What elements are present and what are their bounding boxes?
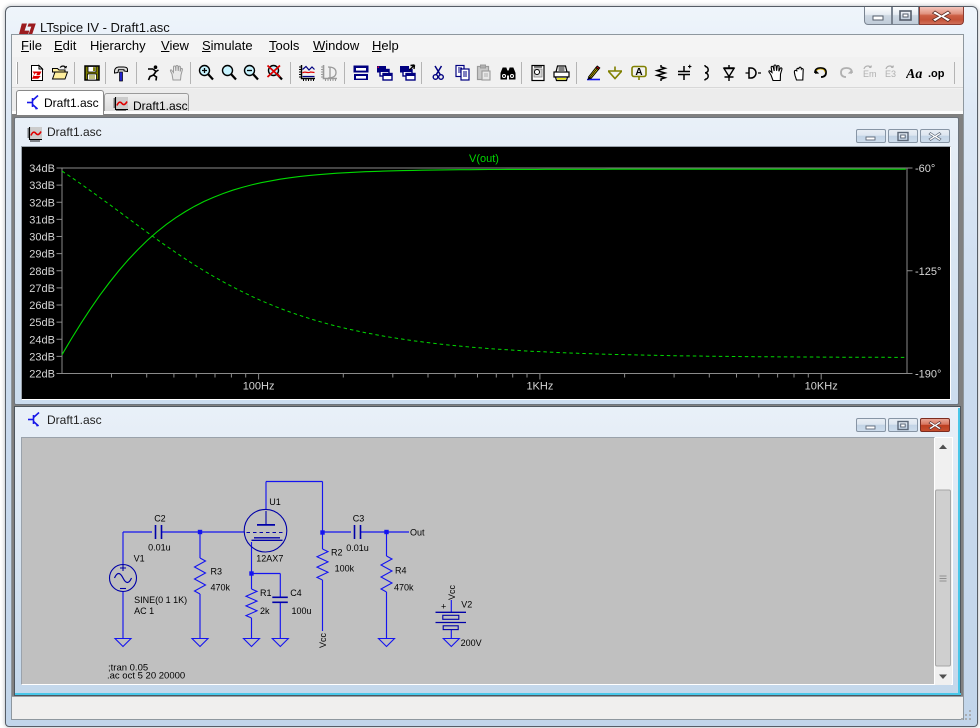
svg-text:27dB: 27dB [29,283,55,295]
svg-text:24dB: 24dB [29,334,55,346]
svg-text:0.01u: 0.01u [346,543,369,553]
svg-text:-60°: -60° [915,163,935,175]
svg-text:R3: R3 [211,567,223,577]
svg-text:23dB: 23dB [29,351,55,363]
svg-text:28dB: 28dB [29,266,55,278]
svg-text:100k: 100k [335,564,355,574]
svg-text:470k: 470k [394,582,414,592]
svg-text:3: 3 [891,69,896,79]
svg-text:Aa: Aa [906,67,922,82]
svg-text:AC 1: AC 1 [134,606,154,616]
svg-text:-190°: -190° [915,369,941,381]
svg-text:29dB: 29dB [29,249,55,261]
svg-text:V(out): V(out) [469,153,499,165]
svg-text:1KHz: 1KHz [526,381,553,393]
svg-text:12AX7: 12AX7 [256,553,283,563]
svg-text:m: m [869,69,877,79]
svg-text:100u: 100u [292,606,312,616]
svg-text:26dB: 26dB [29,300,55,312]
svg-text:-125°: -125° [915,266,941,278]
svg-text:A: A [635,67,642,78]
svg-text:Out: Out [410,528,425,538]
svg-text:22dB: 22dB [29,369,55,381]
svg-text:U1: U1 [269,497,281,507]
svg-text:C2: C2 [154,514,166,524]
svg-text:R1: R1 [260,588,272,598]
svg-text:200V: 200V [461,638,482,648]
svg-text:470k: 470k [211,583,231,593]
svg-text:30dB: 30dB [29,232,55,244]
svg-text:C4: C4 [290,588,302,598]
svg-text:SINE(0 1 1K): SINE(0 1 1K) [134,595,187,605]
svg-text:R2: R2 [331,548,343,558]
svg-text:2k: 2k [260,606,270,616]
svg-text:+: + [441,602,446,612]
svg-text:10KHz: 10KHz [805,381,838,393]
svg-text:33dB: 33dB [29,180,55,192]
svg-text:Vcc: Vcc [447,584,457,600]
svg-text:Vcc: Vcc [318,632,328,648]
svg-text:32dB: 32dB [29,197,55,209]
svg-text:R4: R4 [395,566,407,576]
svg-text:34dB: 34dB [29,163,55,175]
svg-text:25dB: 25dB [29,317,55,329]
svg-text:C3: C3 [353,514,365,524]
svg-text:.op: .op [928,68,945,80]
svg-text:V1: V1 [134,554,145,564]
svg-text:V2: V2 [461,600,472,610]
svg-text:.ac oct 5 20 20000: .ac oct 5 20 20000 [107,671,185,682]
svg-text:31dB: 31dB [29,214,55,226]
svg-text:0.01u: 0.01u [148,543,171,553]
svg-text:100Hz: 100Hz [243,381,275,393]
